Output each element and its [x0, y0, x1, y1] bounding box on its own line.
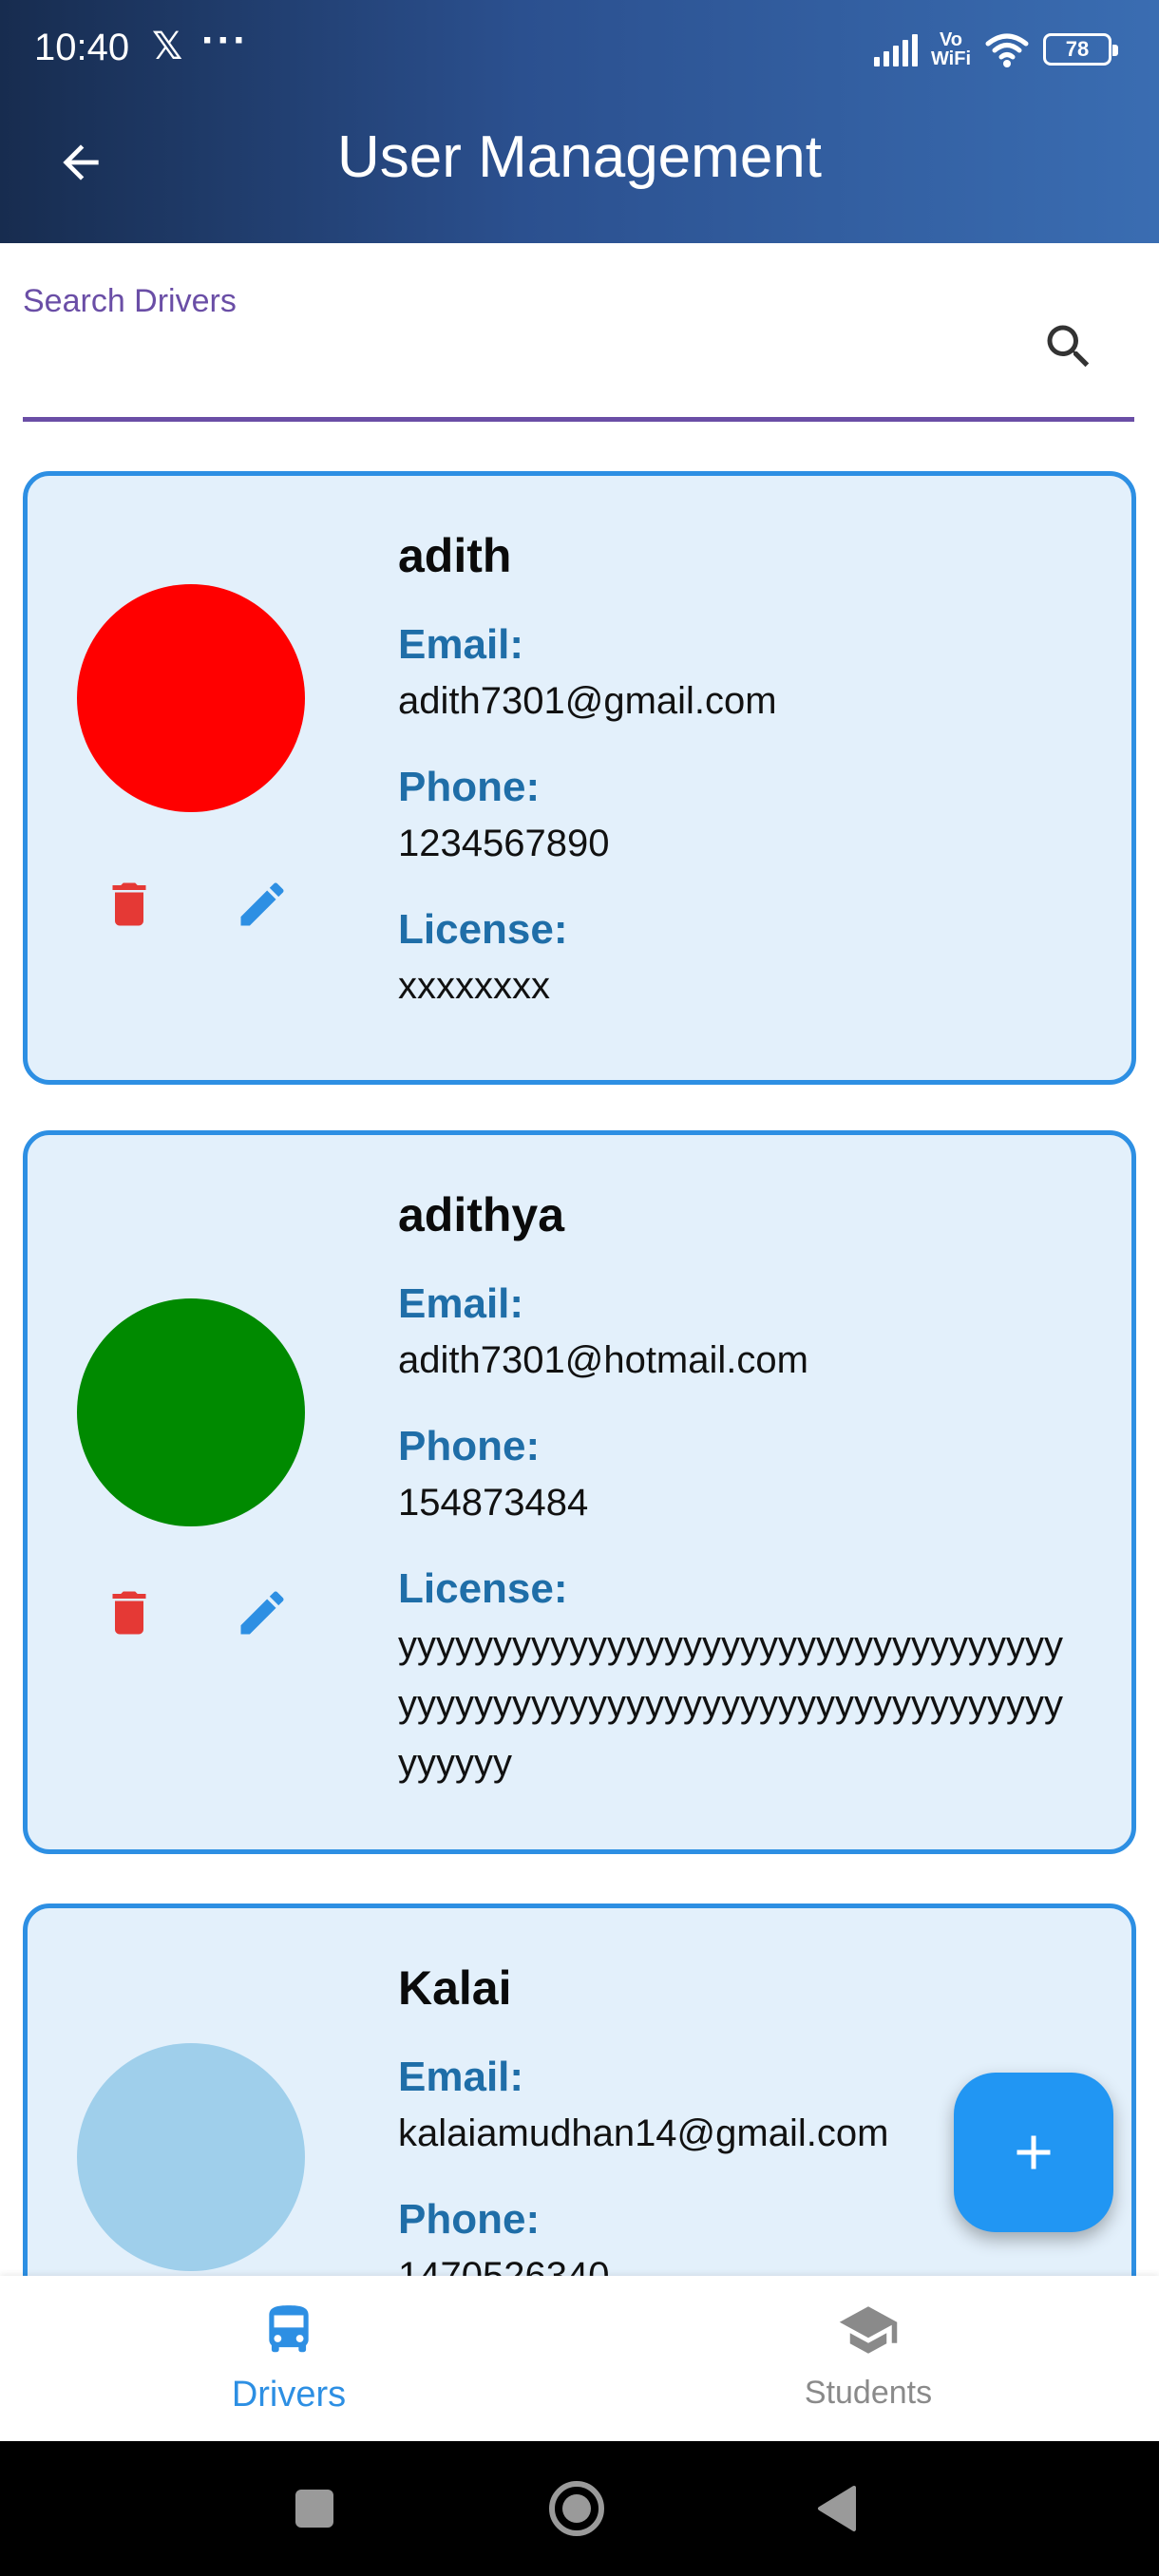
vowifi-icon: Vo WiFi [931, 30, 971, 68]
status-indicators: Vo WiFi 78 [873, 27, 1118, 72]
email-label: Email: [398, 1280, 524, 1327]
home-button[interactable] [543, 2475, 610, 2542]
nav-drivers-label: Drivers [231, 2375, 347, 2415]
vowifi-top: Vo [939, 29, 963, 50]
triangle-back-icon [818, 2486, 856, 2531]
add-icon [1016, 2135, 1051, 2169]
license-value: xxxxxxxx [398, 965, 550, 1007]
license-label: License: [398, 1565, 568, 1612]
phone-value: 154873484 [398, 1482, 589, 1524]
trash-icon [112, 882, 146, 926]
license-value: yyyyyyyyyyyyyyyyyyyyyyyyyyyyyyyyyyyyyyyy… [398, 1624, 1063, 1784]
avatar [77, 584, 305, 812]
nav-students[interactable]: Students [726, 2297, 1011, 2430]
bottom-navigation: Drivers Students [0, 2276, 1159, 2441]
square-icon [295, 2490, 333, 2528]
vowifi-bottom: WiFi [930, 48, 971, 69]
license-label: License: [398, 906, 568, 953]
system-navigation-bar [0, 2441, 1159, 2576]
search-icon [1047, 325, 1090, 368]
wifi-icon [985, 33, 1029, 67]
phone-label: Phone: [398, 764, 541, 810]
pencil-icon [240, 1591, 284, 1635]
card-actions [96, 1580, 324, 1646]
pencil-icon [240, 882, 284, 926]
battery-icon: 78 [1043, 33, 1118, 66]
driver-card[interactable]: adith Email: adith7301@gmail.com Phone: … [23, 471, 1136, 1085]
email-value: adith7301@hotmail.com [398, 1339, 808, 1381]
home-circle-icon [549, 2481, 604, 2536]
search-input[interactable] [23, 323, 1134, 422]
driver-card[interactable]: adithya Email: adith7301@hotmail.com Pho… [23, 1130, 1136, 1854]
more-notifications-icon: ··· [201, 17, 249, 64]
phone-value: 1234567890 [398, 823, 610, 864]
signal-icon [873, 32, 918, 66]
delete-button[interactable] [96, 1580, 162, 1646]
x-app-icon: 𝕏 [152, 26, 183, 67]
driver-name: Kalai [398, 1961, 512, 2015]
nav-drivers[interactable]: Drivers [146, 2297, 431, 2430]
driver-name: adith [398, 529, 512, 582]
trash-icon [112, 1591, 146, 1635]
phone-label: Phone: [398, 1423, 541, 1469]
driver-info: adithya Email: adith7301@hotmail.com Pho… [398, 1184, 1074, 1823]
card-actions [96, 871, 324, 938]
page-title: User Management [336, 124, 823, 190]
app-bar: 10:40 𝕏 ··· Vo WiFi 78 User Management [0, 0, 1159, 243]
edit-button[interactable] [229, 871, 295, 938]
back-nav-button[interactable] [804, 2475, 870, 2542]
avatar [77, 2043, 305, 2271]
search-button[interactable] [1036, 313, 1102, 380]
email-value: adith7301@gmail.com [398, 680, 777, 722]
add-driver-button[interactable] [954, 2073, 1113, 2232]
email-label: Email: [398, 621, 524, 668]
delete-button[interactable] [96, 871, 162, 938]
driver-info: adith Email: adith7301@gmail.com Phone: … [398, 525, 1074, 1046]
search-label: Search Drivers [23, 283, 237, 319]
battery-level: 78 [1065, 37, 1090, 61]
graduation-cap-icon [839, 2306, 898, 2354]
status-time: 10:40 [34, 27, 130, 68]
recents-button[interactable] [281, 2475, 348, 2542]
avatar [77, 1298, 305, 1526]
nav-students-label: Students [804, 2375, 933, 2411]
edit-button[interactable] [229, 1580, 295, 1646]
bus-icon [269, 2305, 309, 2353]
driver-name: adithya [398, 1188, 565, 1241]
